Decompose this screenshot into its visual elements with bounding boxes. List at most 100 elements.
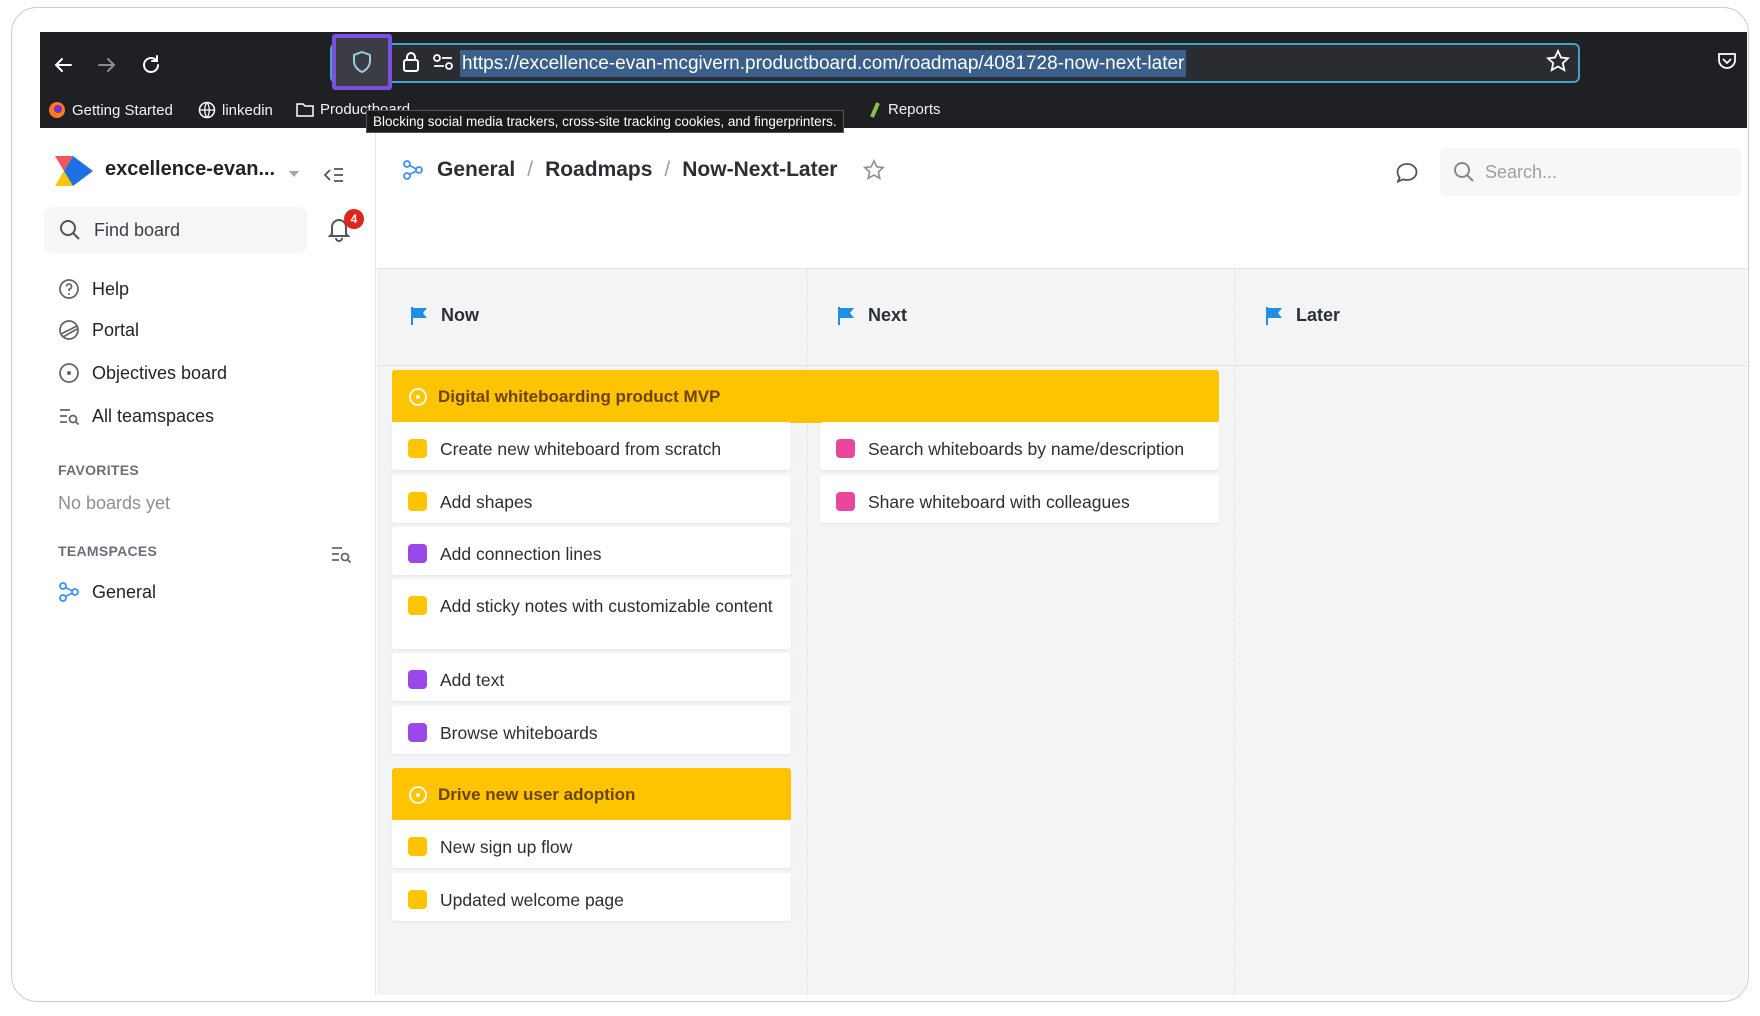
nav-all-teamspaces[interactable]: All teamspaces — [58, 405, 214, 427]
breadcrumb: General / Roadmaps / Now-Next-Later — [401, 158, 886, 182]
objective-target-icon — [409, 387, 427, 406]
header-divider — [377, 365, 1747, 366]
objective-bar[interactable]: Drive new user adoption — [392, 768, 791, 821]
breadcrumb-general[interactable]: General — [437, 158, 515, 182]
teamspaces-heading: TEAMSPACES — [58, 543, 158, 559]
column-later-header[interactable]: Later — [1266, 305, 1340, 326]
bookmark-reports[interactable]: Reports — [868, 101, 941, 118]
feature-title: New sign up flow — [440, 837, 573, 857]
teamspace-icon — [403, 160, 423, 180]
reports-icon — [870, 101, 880, 118]
collapse-sidebar-icon[interactable] — [323, 166, 345, 184]
permissions-icon[interactable] — [432, 53, 454, 71]
help-icon — [59, 279, 79, 299]
objective-title: Digital whiteboarding product MVP — [438, 386, 721, 406]
teamspace-icon — [59, 582, 79, 602]
tracking-protection-button[interactable] — [332, 34, 392, 90]
search-input[interactable]: Search... — [1440, 148, 1742, 196]
search-icon — [60, 220, 80, 240]
bookmark-star-icon[interactable] — [1546, 49, 1570, 73]
nav-label: All teamspaces — [92, 405, 215, 426]
status-swatch — [408, 544, 427, 563]
feature-card[interactable]: Add sticky notes with customizable conte… — [392, 579, 791, 649]
feature-title: Add shapes — [440, 492, 533, 512]
nav-help[interactable]: Help — [58, 278, 129, 300]
folder-icon — [296, 102, 314, 117]
flag-icon — [411, 306, 427, 325]
forward-button[interactable] — [92, 50, 122, 80]
find-board-label: Find board — [94, 220, 181, 240]
bookmark-label: linkedin — [222, 101, 273, 119]
status-swatch — [836, 492, 855, 511]
teamspace-general[interactable]: General — [58, 581, 156, 603]
feature-card[interactable]: Create new whiteboard from scratch — [392, 422, 791, 470]
page-title: Now-Next-Later — [682, 158, 838, 181]
feature-title: Browse whiteboards — [440, 723, 598, 743]
feature-title: Create new whiteboard from scratch — [440, 439, 722, 459]
search-icon — [1454, 162, 1474, 182]
nav-objectives-board[interactable]: Objectives board — [58, 362, 227, 384]
column-title: Later — [1296, 305, 1341, 325]
flag-icon — [838, 306, 854, 325]
feature-title: Add connection lines — [440, 544, 602, 564]
list-search-icon — [60, 409, 80, 426]
feature-title: Share whiteboard with colleagues — [868, 492, 1130, 512]
bookmark-label: Reports — [888, 101, 941, 118]
arrow-right-icon — [98, 58, 116, 72]
bookmarks-bar: Getting Started linkedin Productboard Re… — [40, 92, 1747, 128]
feature-card[interactable]: New sign up flow — [392, 820, 791, 868]
feature-card[interactable]: Add text — [392, 653, 791, 701]
column-title: Now — [441, 305, 479, 325]
chevron-down-icon[interactable] — [289, 171, 299, 177]
breadcrumb-separator: / — [527, 158, 534, 181]
portal-icon — [59, 320, 79, 340]
breadcrumb-roadmaps[interactable]: Roadmaps — [545, 158, 652, 182]
favorite-star-icon[interactable] — [863, 159, 886, 181]
feature-title: Add text — [440, 670, 505, 690]
nav-label: Portal — [92, 319, 140, 340]
breadcrumb-separator: / — [664, 158, 671, 181]
bookmark-label: Getting Started — [72, 101, 173, 119]
objective-bar[interactable]: Digital whiteboarding product MVP — [392, 370, 1219, 423]
feature-card[interactable]: Add shapes — [392, 475, 791, 523]
status-swatch — [408, 596, 427, 615]
workspace-name[interactable]: excellence-evan... — [105, 158, 275, 181]
arrow-left-icon — [54, 58, 72, 72]
feature-card[interactable]: Add connection lines — [392, 527, 791, 575]
feature-card[interactable]: Share whiteboard with colleagues — [820, 475, 1219, 523]
main-content: General / Roadmaps / Now-Next-Later Sear… — [377, 128, 1747, 995]
column-now-header[interactable]: Now — [411, 305, 479, 326]
pocket-icon[interactable] — [1716, 50, 1738, 72]
nav-label: Objectives board — [92, 362, 228, 383]
feature-title: Search whiteboards by name/description — [868, 439, 1185, 459]
nav-portal[interactable]: Portal — [58, 319, 139, 341]
url-text[interactable]: https://excellence-evan-mcgivern.product… — [460, 50, 1187, 77]
search-placeholder: Search... — [1485, 162, 1558, 182]
status-swatch — [408, 837, 427, 856]
productboard-logo — [55, 156, 93, 186]
bookmark-getting-started[interactable]: Getting Started — [48, 101, 173, 119]
status-swatch — [408, 723, 427, 742]
screenshot-frame: https://excellence-evan-mcgivern.product… — [11, 7, 1749, 1002]
comment-icon[interactable] — [1395, 162, 1419, 184]
find-board-input[interactable]: Find board — [44, 207, 307, 253]
tracking-protection-tooltip: Blocking social media trackers, cross-si… — [366, 110, 844, 133]
browser-toolbar: https://excellence-evan-mcgivern.product… — [40, 32, 1747, 133]
favorites-heading: FAVORITES — [58, 462, 140, 478]
status-swatch — [408, 439, 427, 458]
target-icon — [59, 363, 79, 383]
back-button[interactable] — [48, 50, 78, 80]
objective-target-icon — [409, 785, 427, 804]
globe-icon — [198, 101, 216, 119]
status-swatch — [836, 439, 855, 458]
bookmark-linkedin[interactable]: linkedin — [198, 101, 273, 119]
feature-card[interactable]: Browse whiteboards — [392, 706, 791, 754]
feature-card[interactable]: Search whiteboards by name/description — [820, 422, 1219, 470]
reload-button[interactable] — [136, 50, 166, 80]
browse-teamspaces-icon[interactable] — [330, 544, 352, 564]
objective-title: Drive new user adoption — [438, 784, 636, 804]
feature-card[interactable]: Updated welcome page — [392, 873, 791, 921]
lock-icon — [403, 52, 419, 72]
flag-icon — [1266, 306, 1282, 325]
column-next-header[interactable]: Next — [838, 305, 907, 326]
